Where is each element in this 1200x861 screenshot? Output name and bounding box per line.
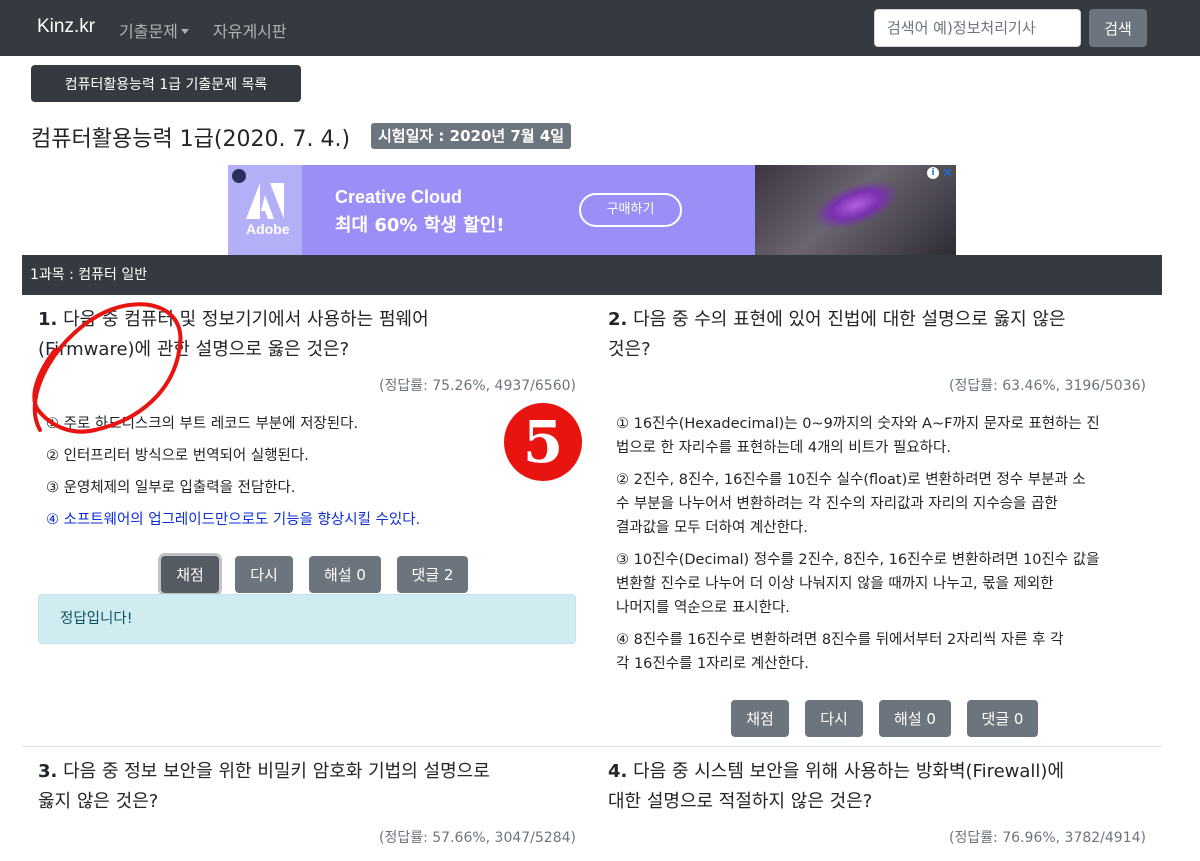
ad-close-icon[interactable]: ✕	[942, 166, 953, 181]
ad-info-icon[interactable]: i	[927, 167, 939, 179]
question-text-line: 대한 설명으로 적절하지 않은 것은?	[608, 791, 873, 812]
question-3-title: 3. 다음 중 정보 보안을 위한 비밀키 암호화 기법의 설명으로 옳지 않은…	[38, 757, 490, 817]
ad-buy-button[interactable]: 구매하기	[579, 193, 682, 227]
adobe-logo-icon	[246, 183, 284, 219]
grade-button[interactable]: 채점	[731, 700, 789, 737]
option-line: 각 16진수를 1자리로 계산한다.	[616, 656, 809, 672]
question-2-option-1[interactable]: ① 16진수(Hexadecimal)는 0~9까지의 숫자와 A~F까지 문자…	[616, 412, 1100, 460]
nav-menu-past-exams-label: 기출문제	[119, 22, 178, 41]
search-button[interactable]: 검색	[1089, 9, 1147, 47]
ad-logo-panel: Adobe	[228, 165, 302, 255]
ad-brand-text: Adobe	[246, 221, 290, 237]
navbar: Kinz.kr 기출문제 자유게시판 검색	[0, 0, 1200, 56]
question-3-rate: (정답률: 57.66%, 3047/5284)	[379, 830, 576, 846]
question-1-option-2[interactable]: ② 인터프리터 방식으로 번역되어 실행된다.	[46, 444, 309, 468]
question-1-rate: (정답률: 75.26%, 4937/6560)	[379, 378, 576, 394]
option-line: 수 부분을 나누어서 변환하려는 각 진수의 자리값과 자리의 지수승을 곱한	[616, 496, 1058, 512]
divider	[22, 746, 1162, 747]
question-number: 1.	[38, 309, 58, 330]
nav-menu-free-board[interactable]: 자유게시판	[213, 18, 287, 42]
question-text-line: 다음 중 시스템 보안을 위해 사용하는 방화벽(Firewall)에	[633, 761, 1065, 782]
option-line: ③ 10진수(Decimal) 정수를 2진수, 8진수, 16진수로 변환하려…	[616, 552, 1100, 568]
question-2-rate: (정답률: 63.46%, 3196/5036)	[949, 378, 1146, 394]
question-1-option-4[interactable]: ④ 소프트웨어의 업그레이드만으로도 기능을 향상시킬 수있다.	[46, 508, 420, 532]
grade-button[interactable]: 채점	[161, 556, 219, 593]
question-number: 4.	[608, 761, 628, 782]
brand-logo[interactable]: Kinz.kr	[37, 16, 95, 38]
question-2-option-3[interactable]: ③ 10진수(Decimal) 정수를 2진수, 8진수, 16진수로 변환하려…	[616, 548, 1099, 620]
question-number: 3.	[38, 761, 58, 782]
option-line: ② 2진수, 8진수, 16진수를 10진수 실수(float)로 변환하려면 …	[616, 472, 1086, 488]
explanation-button[interactable]: 해설 0	[309, 556, 381, 593]
ad-shield-icon	[232, 169, 246, 183]
option-line: 결과값을 모두 더하여 계산한다.	[616, 520, 808, 536]
ad-headline: Creative Cloud	[335, 187, 463, 207]
comments-button[interactable]: 댓글 2	[397, 556, 468, 593]
question-4-rate: (정답률: 76.96%, 3782/4914)	[949, 830, 1146, 846]
exam-date-badge: 시험일자 : 2020년 7월 4일	[371, 123, 572, 149]
question-4-title: 4. 다음 중 시스템 보안을 위해 사용하는 방화벽(Firewall)에 대…	[608, 757, 1064, 817]
comments-button[interactable]: 댓글 0	[967, 700, 1038, 737]
question-2-title: 2. 다음 중 수의 표현에 있어 진법에 대한 설명으로 옳지 않은 것은?	[608, 305, 1065, 365]
search-input[interactable]	[874, 9, 1081, 47]
ad-subheadline: 최대 60% 학생 할인!	[335, 215, 505, 236]
option-line: 변환할 진수로 나누어 더 이상 나눠지지 않을 때까지 나누고, 몫을 제외한	[616, 576, 1054, 592]
question-text-line: 다음 중 컴퓨터 및 정보기기에서 사용하는 펌웨어	[63, 309, 429, 330]
ad-photo	[755, 165, 956, 255]
question-1-option-1[interactable]: ① 주로 하드디스크의 부트 레코드 부분에 저장된다.	[46, 412, 358, 436]
page-title: 컴퓨터활용능력 1급(2020. 7. 4.)	[31, 127, 351, 152]
question-text-line: 다음 중 정보 보안을 위한 비밀키 암호화 기법의 설명으로	[63, 761, 490, 782]
question-number: 2.	[608, 309, 628, 330]
retry-button[interactable]: 다시	[805, 700, 863, 737]
step-number-badge: 5	[504, 403, 582, 481]
result-alert: 정답입니다!	[38, 594, 576, 644]
nav-menu-past-exams[interactable]: 기출문제	[119, 18, 189, 42]
question-text-line: 옳지 않은 것은?	[38, 791, 159, 812]
question-1-title: 1. 다음 중 컴퓨터 및 정보기기에서 사용하는 펌웨어 (Firmware)…	[38, 305, 429, 365]
question-text-line: 것은?	[608, 339, 651, 360]
exam-list-button[interactable]: 컴퓨터활용능력 1급 기출문제 목록	[31, 65, 301, 102]
question-text-line: (Firmware)에 관한 설명으로 옳은 것은?	[38, 339, 350, 360]
caret-down-icon	[180, 29, 189, 34]
section-header: 1과목 : 컴퓨터 일반	[22, 255, 1162, 295]
ad-dancer-figure	[806, 170, 906, 240]
option-line: 나머지를 역순으로 표시한다.	[616, 600, 790, 616]
option-line: 법으로 한 자리수를 표현하는데 4개의 비트가 필요하다.	[616, 440, 951, 456]
option-line: ④ 8진수를 16진수로 변환하려면 8진수를 뒤에서부터 2자리씩 자른 후 …	[616, 632, 1064, 648]
ad-banner[interactable]: Adobe Creative Cloud 최대 60% 학생 할인! 구매하기 …	[228, 165, 956, 255]
retry-button[interactable]: 다시	[235, 556, 293, 593]
question-2-option-4[interactable]: ④ 8진수를 16진수로 변환하려면 8진수를 뒤에서부터 2자리씩 자른 후 …	[616, 628, 1063, 676]
explanation-button[interactable]: 해설 0	[879, 700, 951, 737]
option-line: ① 16진수(Hexadecimal)는 0~9까지의 숫자와 A~F까지 문자…	[616, 416, 1100, 432]
question-1-option-3[interactable]: ③ 운영체제의 일부로 입출력을 전담한다.	[46, 476, 295, 500]
question-text-line: 다음 중 수의 표현에 있어 진법에 대한 설명으로 옳지 않은	[633, 309, 1066, 330]
question-2-option-2[interactable]: ② 2진수, 8진수, 16진수를 10진수 실수(float)로 변환하려면 …	[616, 468, 1086, 540]
